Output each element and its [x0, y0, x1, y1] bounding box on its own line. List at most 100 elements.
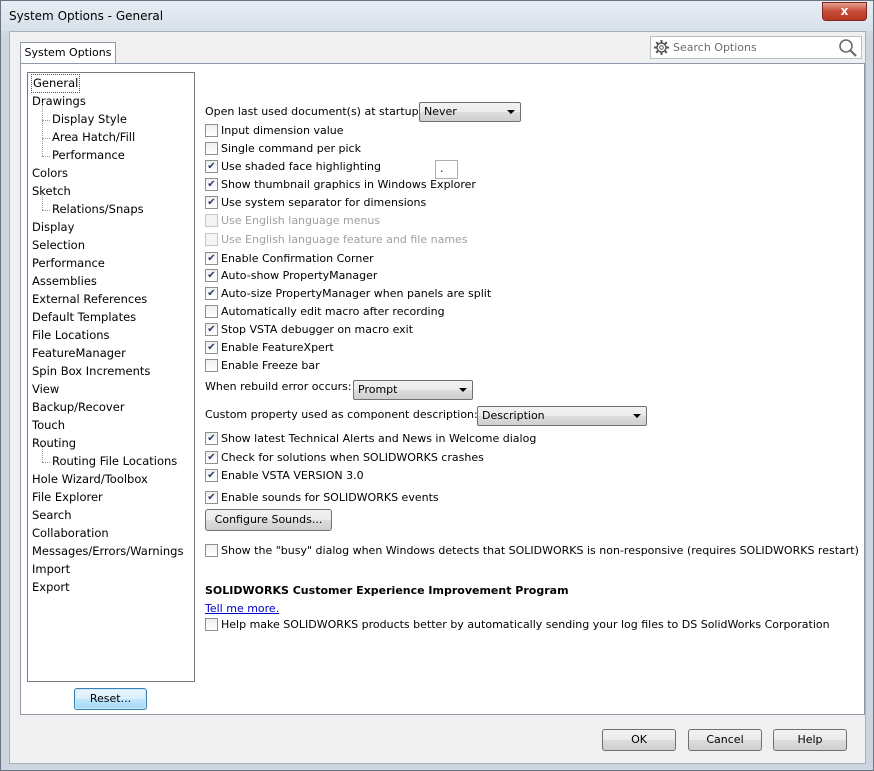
option-checkbox[interactable]: ✔: [205, 432, 218, 445]
option-label: Auto-size PropertyManager when panels ar…: [221, 287, 492, 300]
window-title: System Options - General: [9, 9, 164, 23]
option-checkbox[interactable]: ✔: [205, 287, 218, 300]
close-icon: x: [840, 4, 849, 18]
tree-item[interactable]: Export: [32, 579, 70, 596]
tree-item[interactable]: Touch: [32, 417, 65, 434]
option-checkbox[interactable]: ✔: [205, 160, 218, 173]
option-label: Automatically edit macro after recording: [221, 305, 445, 318]
tree-item[interactable]: Area Hatch/Fill: [52, 129, 135, 146]
chevron-down-icon: [459, 388, 467, 392]
option-checkbox[interactable]: ✔: [205, 451, 218, 464]
tree-item[interactable]: Default Templates: [32, 309, 136, 326]
tree-item[interactable]: General: [30, 74, 81, 93]
tree-item[interactable]: File Locations: [32, 327, 110, 344]
tree-item[interactable]: Routing File Locations: [52, 453, 177, 470]
custom-property-label: Custom property used as component descri…: [205, 408, 478, 421]
tree-item[interactable]: Sketch: [32, 183, 71, 200]
option-label: Enable Freeze bar: [221, 359, 320, 372]
tree-item[interactable]: Backup/Recover: [32, 399, 125, 416]
ceip-title: SOLIDWORKS Customer Experience Improveme…: [205, 584, 569, 597]
option-label: Stop VSTA debugger on macro exit: [221, 323, 414, 336]
options-tree[interactable]: General Drawings Display Style Area Hatch/F…: [27, 72, 195, 682]
option-label: Use English language menus: [221, 214, 381, 227]
option-label: Single command per pick: [221, 142, 361, 155]
busy-dialog-checkbox[interactable]: [205, 544, 218, 557]
option-checkbox[interactable]: ✔: [205, 469, 218, 482]
tree-item[interactable]: Import: [32, 561, 70, 578]
tree-item[interactable]: Colors: [32, 165, 68, 182]
option-checkbox[interactable]: [205, 359, 218, 372]
option-label: Enable FeatureXpert: [221, 341, 334, 354]
ceip-checkbox[interactable]: [205, 618, 218, 631]
option-checkbox[interactable]: ✔: [205, 341, 218, 354]
search-input[interactable]: Search Options: [673, 41, 757, 54]
tree-connector: [42, 193, 43, 210]
tree-item[interactable]: Display Style: [52, 111, 127, 128]
option-label: Show thumbnail graphics in Windows Explo…: [221, 178, 476, 191]
separator-field[interactable]: .: [435, 160, 458, 179]
help-button[interactable]: Help: [773, 729, 847, 751]
startup-label: Open last used document(s) at startup:: [205, 105, 423, 118]
tree-item[interactable]: Performance: [52, 147, 125, 164]
tree-item[interactable]: Display: [32, 219, 74, 236]
tree-item[interactable]: External References: [32, 291, 147, 308]
configure-sounds-button[interactable]: Configure Sounds...: [205, 509, 332, 531]
tree-item[interactable]: Selection: [32, 237, 85, 254]
tree-item[interactable]: Assemblies: [32, 273, 97, 290]
tree-item[interactable]: Drawings: [32, 93, 86, 110]
rebuild-error-dropdown[interactable]: Prompt: [353, 380, 473, 400]
tree-item[interactable]: Messages/Errors/Warnings: [32, 543, 183, 560]
ok-button[interactable]: OK: [602, 729, 676, 751]
tree-connector: [42, 138, 50, 139]
close-button[interactable]: x: [822, 2, 867, 21]
tree-item[interactable]: Search: [32, 507, 72, 524]
tree-item[interactable]: Spin Box Increments: [32, 363, 150, 380]
search-icon[interactable]: [838, 38, 858, 61]
option-checkbox[interactable]: ✔: [205, 252, 218, 265]
title-bar[interactable]: System Options - General x: [1, 1, 873, 31]
options-panel: General Drawings Display Style Area Hatch/F…: [20, 63, 865, 715]
ceip-label: Help make SOLIDWORKS products better by …: [221, 618, 830, 631]
tab-system-options[interactable]: System Options: [20, 42, 116, 64]
tree-connector: [42, 210, 50, 211]
tree-item[interactable]: Relations/Snaps: [52, 201, 144, 218]
custom-property-value: Description: [482, 409, 545, 422]
tree-connector: [42, 139, 43, 156]
cancel-button[interactable]: Cancel: [688, 729, 762, 751]
chevron-down-icon: [633, 414, 641, 418]
tree-item[interactable]: FeatureManager: [32, 345, 126, 362]
option-label: Check for solutions when SOLIDWORKS cras…: [221, 451, 484, 464]
startup-value: Never: [424, 105, 457, 118]
tree-item[interactable]: File Explorer: [32, 489, 103, 506]
search-box[interactable]: Search Options: [650, 36, 862, 59]
tree-item[interactable]: Hole Wizard/Toolbox: [32, 471, 148, 488]
option-checkbox[interactable]: ✔: [205, 491, 218, 504]
option-label: Input dimension value: [221, 124, 344, 137]
option-checkbox[interactable]: ✔: [205, 196, 218, 209]
tree-item[interactable]: Performance: [32, 255, 105, 272]
busy-dialog-label: Show the "busy" dialog when Windows dete…: [221, 544, 859, 557]
option-label: Auto-show PropertyManager: [221, 269, 378, 282]
startup-dropdown[interactable]: Never: [419, 102, 521, 122]
option-checkbox[interactable]: ✔: [205, 178, 218, 191]
option-label: Show latest Technical Alerts and News in…: [221, 432, 537, 445]
option-checkbox: [205, 214, 218, 227]
option-label: Enable sounds for SOLIDWORKS events: [221, 491, 439, 504]
tree-item[interactable]: Collaboration: [32, 525, 109, 542]
option-checkbox[interactable]: ✔: [205, 269, 218, 282]
option-checkbox[interactable]: [205, 124, 218, 137]
option-checkbox[interactable]: ✔: [205, 323, 218, 336]
gear-icon: [653, 39, 670, 59]
custom-property-dropdown[interactable]: Description: [477, 406, 647, 426]
option-label: Enable Confirmation Corner: [221, 252, 374, 265]
option-checkbox[interactable]: [205, 142, 218, 155]
tree-item[interactable]: View: [32, 381, 59, 398]
option-label: Use system separator for dimensions: [221, 196, 427, 209]
tell-me-more-link[interactable]: Tell me more.: [205, 602, 279, 615]
tree-item[interactable]: Routing: [32, 435, 76, 452]
tree-connector: [42, 156, 50, 157]
reset-button[interactable]: Reset...: [74, 688, 147, 710]
option-checkbox[interactable]: [205, 305, 218, 318]
dialog-client-area: System Options Search Options General Dra…: [9, 31, 866, 764]
rebuild-value: Prompt: [358, 383, 398, 396]
